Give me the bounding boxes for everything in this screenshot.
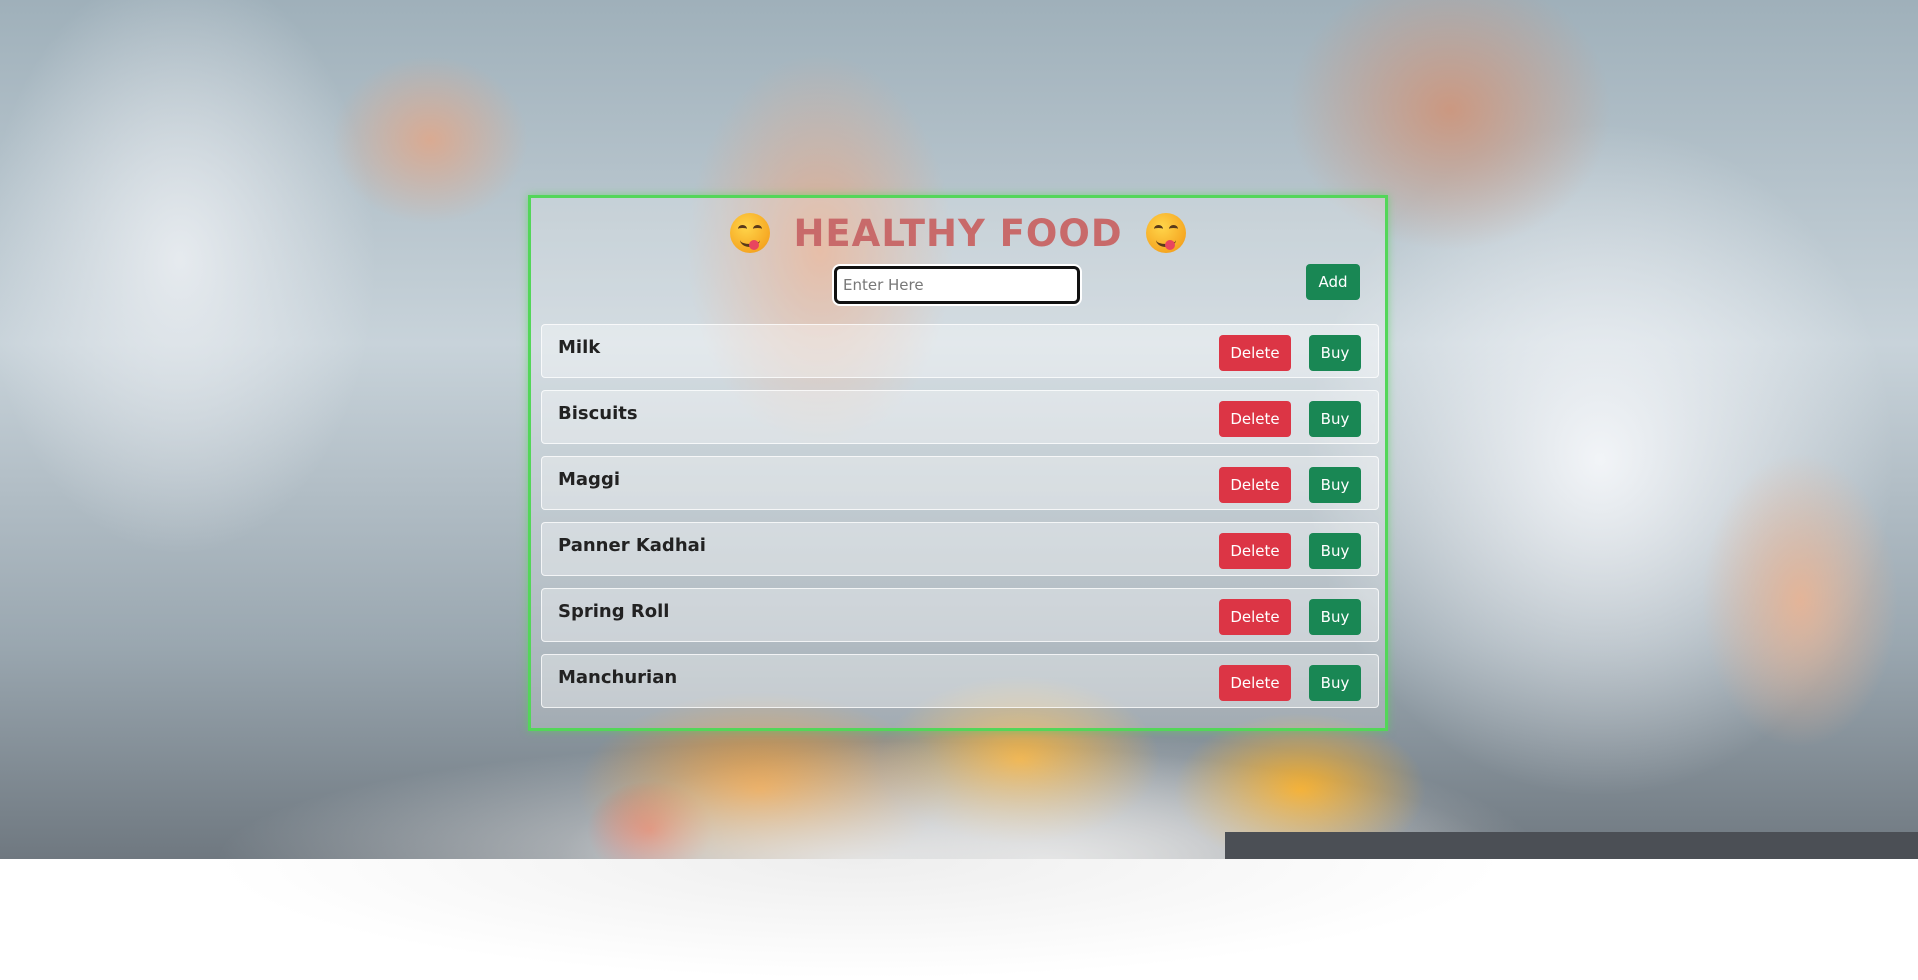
delete-button[interactable]: Delete — [1219, 335, 1291, 371]
list-item-label: Maggi — [558, 469, 620, 490]
list-item: Biscuits Delete Buy — [541, 390, 1379, 444]
list-item-label: Milk — [558, 337, 601, 358]
list-item-label: Manchurian — [558, 667, 678, 688]
yum-face-icon — [1146, 213, 1187, 253]
buy-button[interactable]: Buy — [1309, 665, 1361, 701]
yum-face-icon — [729, 213, 770, 253]
background-band — [1225, 832, 1918, 859]
delete-button[interactable]: Delete — [1219, 599, 1291, 635]
list-item: Spring Roll Delete Buy — [541, 588, 1379, 642]
buy-button[interactable]: Buy — [1309, 401, 1361, 437]
buy-button[interactable]: Buy — [1309, 335, 1361, 371]
list-item-label: Panner Kadhai — [558, 535, 706, 556]
delete-button[interactable]: Delete — [1219, 401, 1291, 437]
list-item: Maggi Delete Buy — [541, 456, 1379, 510]
item-input[interactable] — [834, 266, 1080, 304]
delete-button[interactable]: Delete — [1219, 665, 1291, 701]
buy-button[interactable]: Buy — [1309, 599, 1361, 635]
background-plate — [210, 740, 1510, 980]
add-button[interactable]: Add — [1306, 264, 1360, 300]
list-item-label: Biscuits — [558, 403, 638, 424]
food-list: Milk Delete Buy Biscuits Delete Buy Magg… — [541, 324, 1379, 720]
list-item-label: Spring Roll — [558, 601, 670, 622]
list-item: Manchurian Delete Buy — [541, 654, 1379, 708]
list-item: Milk Delete Buy — [541, 324, 1379, 378]
delete-button[interactable]: Delete — [1219, 467, 1291, 503]
list-item: Panner Kadhai Delete Buy — [541, 522, 1379, 576]
buy-button[interactable]: Buy — [1309, 467, 1361, 503]
page-title-row: HEALTHY FOOD — [531, 212, 1385, 255]
page-title: HEALTHY FOOD — [793, 212, 1123, 255]
delete-button[interactable]: Delete — [1219, 533, 1291, 569]
buy-button[interactable]: Buy — [1309, 533, 1361, 569]
food-list-panel: HEALTHY FOOD Add Milk Delete Buy Biscuit… — [528, 195, 1388, 731]
